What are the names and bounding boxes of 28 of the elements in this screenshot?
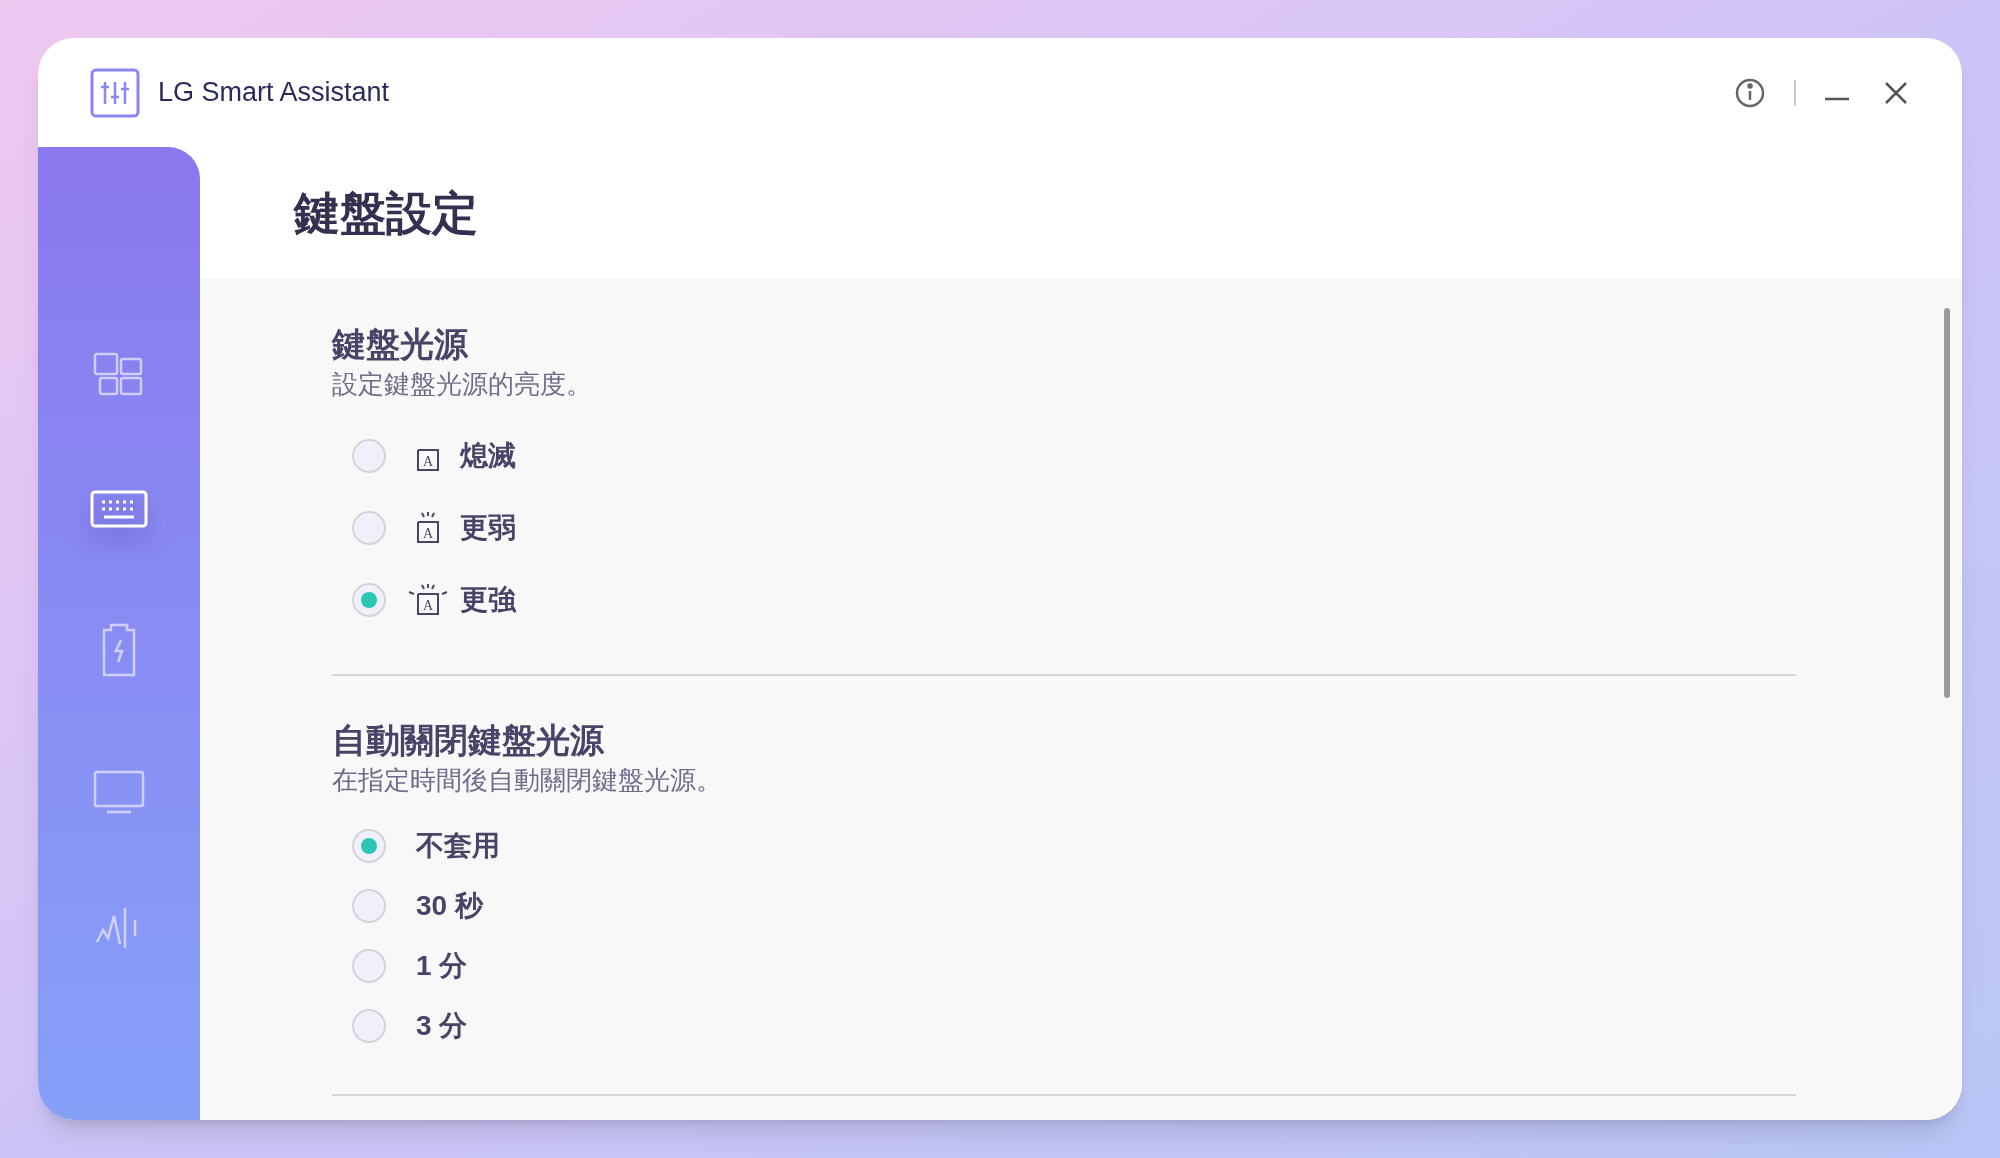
section-description: 設定鍵盤光源的亮度。 <box>332 368 593 401</box>
radio-button[interactable] <box>352 583 386 617</box>
radio-button[interactable] <box>352 1009 386 1043</box>
option-label[interactable]: 更弱 <box>460 507 516 549</box>
close-icon[interactable] <box>1884 80 1908 105</box>
minimize-icon[interactable] <box>1824 95 1850 102</box>
keyboard-icon[interactable] <box>90 490 148 530</box>
section-heading: 自動關閉鍵盤光源 <box>332 720 605 761</box>
section-heading: 鍵盤光源 <box>332 324 469 365</box>
option-label[interactable]: 30 秒 <box>416 885 483 927</box>
section-description: 在指定時間後自動關閉鍵盤光源。 <box>332 764 723 797</box>
window-title: LG Smart Assistant <box>158 76 390 110</box>
dashboard-icon[interactable] <box>93 352 145 398</box>
option-label[interactable]: 更強 <box>460 579 516 621</box>
page-title: 鍵盤設定 <box>294 189 478 236</box>
radio-button[interactable] <box>352 829 386 863</box>
option-label[interactable]: 3 分 <box>416 1005 468 1047</box>
info-icon[interactable] <box>1734 76 1766 109</box>
option-label[interactable]: 熄滅 <box>460 435 516 477</box>
radio-button[interactable] <box>352 511 386 545</box>
option-label[interactable]: 1 分 <box>416 945 468 987</box>
sliders-logo-icon <box>90 67 140 118</box>
monitor-icon[interactable] <box>93 770 145 814</box>
option-label[interactable]: 不套用 <box>416 825 500 867</box>
radio-button[interactable] <box>352 949 386 983</box>
radio-button[interactable] <box>352 889 386 923</box>
radio-button[interactable] <box>352 439 386 473</box>
scrollbar[interactable] <box>1944 308 1950 698</box>
